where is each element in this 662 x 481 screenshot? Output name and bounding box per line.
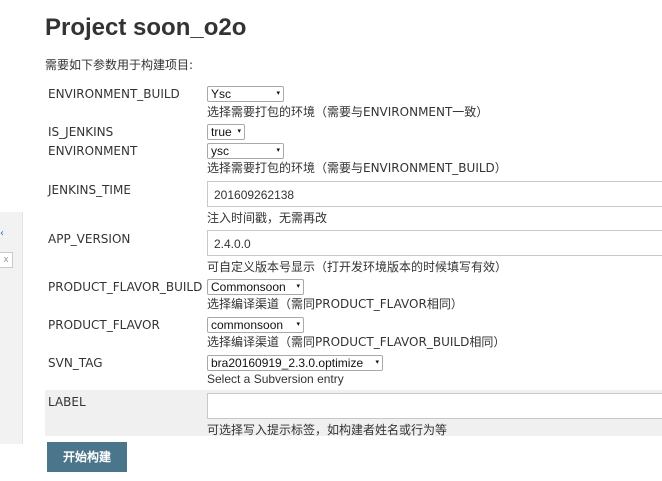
param-row-environment-build: ENVIRONMENT_BUILD Ysc ▾ 选择需要打包的环境（需要与ENV… (45, 85, 662, 123)
side-panel-edge: ‹ x (0, 212, 23, 444)
param-description: 选择编译渠道（需同PRODUCT_FLAVOR相同） (207, 297, 463, 311)
select-arrow-icon: ▾ (276, 147, 280, 154)
close-icon[interactable]: x (0, 252, 13, 268)
product-flavor-select[interactable]: commonsoon ▾ (207, 317, 304, 333)
select-value: commonsoon (211, 318, 284, 332)
environment-select[interactable]: ysc ▾ (207, 143, 284, 159)
param-row-svn-tag: SVN_TAG bra20160919_2.3.0.optimize ▾ Sel… (45, 354, 662, 388)
select-arrow-icon: ▾ (296, 283, 300, 290)
label-input[interactable] (207, 393, 662, 419)
param-label: PRODUCT_FLAVOR_BUILD (48, 280, 203, 294)
is-jenkins-select[interactable]: true ▾ (207, 124, 245, 140)
select-arrow-icon: ▾ (276, 90, 280, 97)
param-description: 可自定义版本号显示（打开发环境版本的时候填写有效） (207, 260, 508, 274)
select-value: bra20160919_2.3.0.optimize (211, 356, 364, 370)
param-description: 注入时间戳，无需再改 (207, 211, 328, 225)
param-description: 选择需要打包的环境（需要与ENVIRONMENT一致） (207, 105, 489, 119)
param-description: 选择需要打包的环境（需要与ENVIRONMENT_BUILD） (207, 161, 507, 175)
intro-text: 需要如下参数用于构建项目: (45, 58, 194, 72)
param-row-jenkins-time: JENKINS_TIME 201609262138 注入时间戳，无需再改 (45, 180, 662, 226)
select-value: Ysc (211, 87, 232, 101)
svn-tag-select[interactable]: bra20160919_2.3.0.optimize ▾ (207, 355, 383, 371)
start-build-button[interactable]: 开始构建 (47, 442, 127, 472)
param-description: 可选择写入提示标签，如构建者姓名或行为等 (207, 423, 448, 437)
param-label: LABEL (48, 395, 86, 409)
param-row-label: LABEL 可选择写入提示标签，如构建者姓名或行为等 (45, 390, 662, 437)
param-description: Select a Subversion entry (207, 372, 344, 386)
environment-build-select[interactable]: Ysc ▾ (207, 86, 284, 102)
param-row-product-flavor-build: PRODUCT_FLAVOR_BUILD Commonsoon ▾ 选择编译渠道… (45, 278, 662, 314)
select-value: ysc (211, 144, 229, 158)
select-arrow-icon: ▾ (237, 128, 241, 135)
chevron-left-icon[interactable]: ‹ (0, 228, 4, 239)
param-label: PRODUCT_FLAVOR (48, 318, 160, 332)
param-label: SVN_TAG (48, 356, 103, 370)
param-label: ENVIRONMENT_BUILD (48, 87, 180, 101)
param-label: IS_JENKINS (48, 125, 114, 139)
param-label: ENVIRONMENT (48, 144, 138, 158)
select-arrow-icon: ▾ (296, 321, 300, 328)
build-with-parameters-page: ‹ x Project soon_o2o 需要如下参数用于构建项目: ENVIR… (0, 0, 662, 481)
app-version-input[interactable]: 2.4.0.0 (207, 230, 662, 256)
param-label: APP_VERSION (48, 232, 131, 246)
select-arrow-icon: ▾ (375, 359, 379, 366)
param-row-environment: ENVIRONMENT ysc ▾ 选择需要打包的环境（需要与ENVIRONME… (45, 142, 662, 180)
select-value: Commonsoon (211, 280, 286, 294)
page-title: Project soon_o2o (45, 14, 247, 41)
select-value: true (211, 125, 232, 139)
param-description: 选择编译渠道（需同PRODUCT_FLAVOR_BUILD相同） (207, 335, 506, 349)
jenkins-time-input[interactable]: 201609262138 (207, 181, 662, 207)
param-label: JENKINS_TIME (48, 183, 131, 197)
param-row-is-jenkins: IS_JENKINS true ▾ (45, 123, 662, 141)
product-flavor-build-select[interactable]: Commonsoon ▾ (207, 279, 304, 295)
param-row-app-version: APP_VERSION 2.4.0.0 可自定义版本号显示（打开发环境版本的时候… (45, 229, 662, 275)
param-row-product-flavor: PRODUCT_FLAVOR commonsoon ▾ 选择编译渠道（需同PRO… (45, 316, 662, 352)
